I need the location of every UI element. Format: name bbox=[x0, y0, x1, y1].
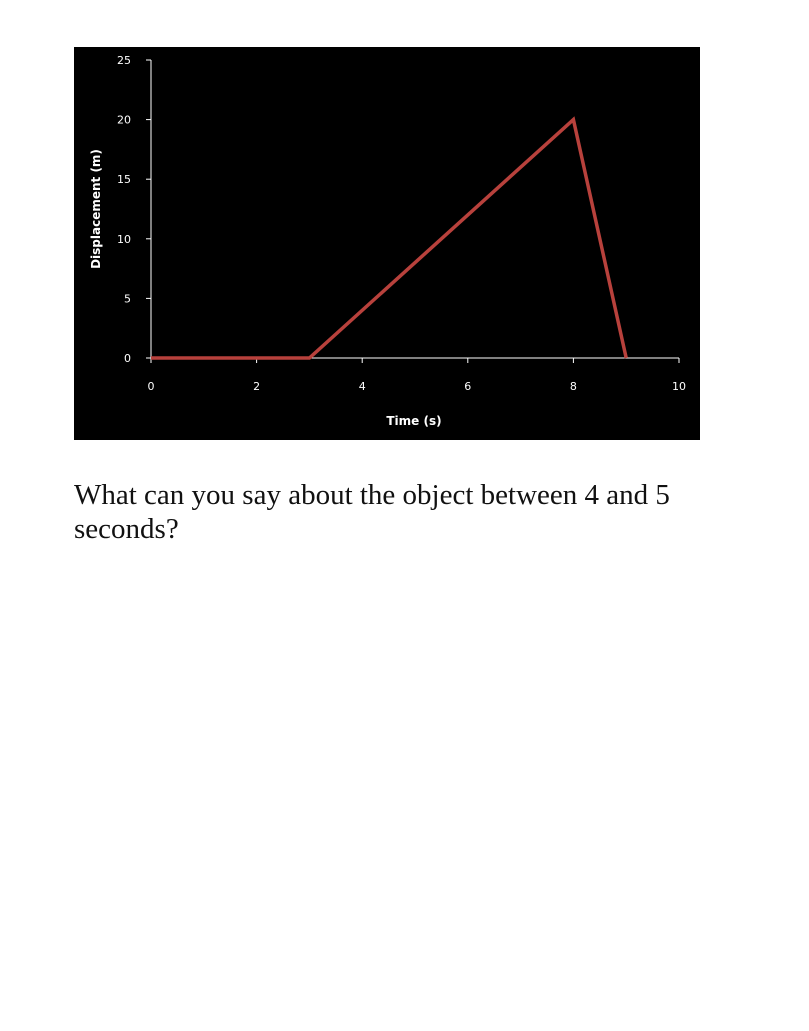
y-tick-label: 5 bbox=[124, 292, 131, 305]
y-axis-title: Displacement (m) bbox=[89, 149, 103, 269]
y-tick-label: 15 bbox=[117, 173, 131, 186]
displacement-time-chart: 0 5 10 15 20 25 0 2 4 6 8 10 Time (s) Displacement … bbox=[74, 47, 700, 440]
series-line bbox=[151, 116, 628, 360]
y-tick-label: 0 bbox=[124, 352, 131, 365]
series-layer bbox=[151, 116, 628, 360]
axes: 0 5 10 15 20 25 0 2 4 6 8 10 bbox=[117, 54, 686, 393]
y-tick-label: 10 bbox=[117, 233, 131, 246]
question-text: What can you say about the object betwee… bbox=[74, 479, 670, 545]
x-tick-label: 2 bbox=[253, 380, 260, 393]
x-tick-label: 0 bbox=[148, 380, 155, 393]
x-tick-label: 8 bbox=[570, 380, 577, 393]
y-tick-label: 20 bbox=[117, 114, 131, 127]
x-tick-label: 4 bbox=[359, 380, 366, 393]
x-axis-title: Time (s) bbox=[386, 414, 441, 428]
x-tick-label: 10 bbox=[672, 380, 686, 393]
y-tick-label: 25 bbox=[117, 54, 131, 67]
chart-svg: 0 5 10 15 20 25 0 2 4 6 8 10 Time (s) Displacement … bbox=[89, 54, 686, 428]
x-tick-label: 6 bbox=[464, 380, 471, 393]
